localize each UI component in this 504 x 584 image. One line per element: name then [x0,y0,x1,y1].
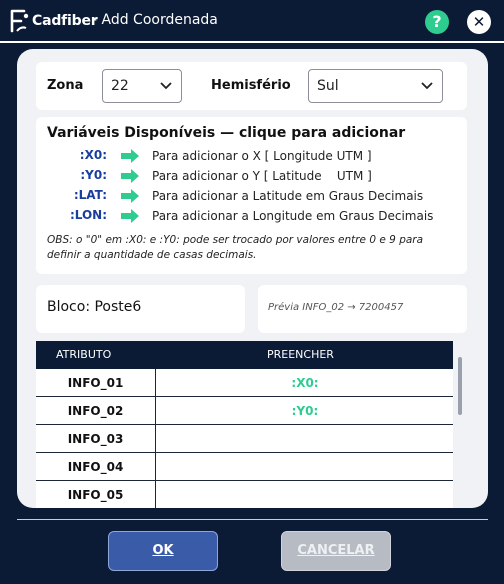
attr-cell: INFO_04 [36,453,156,481]
value-cell[interactable]: :Y0: [157,397,453,425]
table-row[interactable]: INFO_01 :X0: [36,369,453,397]
zona-value: 22 [111,78,129,94]
bloco-card: Bloco: Poste6 [36,285,245,333]
variable-item-x0[interactable]: :X0: Para adicionar o X [ Longitude UTM … [36,147,467,167]
close-icon[interactable]: ✕ [467,10,491,34]
variable-item-y0[interactable]: :Y0: Para adicionar o Y [ Latitude UTM ] [36,167,467,187]
variable-code: :LON: [69,208,107,222]
logo-text: Cadfiber [32,13,98,29]
variables-card: Variáveis Disponíveis — clique para adic… [36,117,467,274]
value-cell[interactable] [157,453,453,481]
variables-title: Variáveis Disponíveis — clique para adic… [47,125,406,141]
variable-code: :X0: [79,148,107,162]
variable-item-lat[interactable]: :LAT: Para adicionar a Latitude em Graus… [36,187,467,207]
attr-cell: INFO_02 [36,397,156,425]
main-panel: Zona 22 Hemisfério Sul Variáveis Disponí… [17,49,488,508]
obs-note: OBS: o "0" em :X0: e :Y0: pode ser troca… [47,234,424,261]
attr-cell: INFO_01 [36,369,156,397]
chevron-down-icon [421,82,433,90]
variable-description: Para adicionar a Latitude em Graus Decim… [152,189,424,203]
value-cell[interactable]: :X0: [157,369,453,397]
footer-divider [17,519,488,520]
previa-label: Prévia INFO_02 → 7200457 [268,302,404,313]
attributes-table: ATRIBUTO PREENCHER INFO_01 :X0: INFO_02 … [36,341,453,508]
variable-code: :LAT: [73,188,107,202]
variable-description: Para adicionar o Y [ Latitude UTM ] [152,169,372,183]
zona-label: Zona [47,78,84,93]
variable-item-lon[interactable]: :LON: Para adicionar a Longitude em Grau… [36,207,467,227]
title-divider [0,41,504,43]
table-row[interactable]: INFO_05 [36,481,453,508]
zona-select[interactable]: 22 [102,69,182,103]
hemisferio-label: Hemisfério [211,78,291,93]
variable-code: :Y0: [80,168,107,182]
table-row[interactable]: INFO_04 [36,453,453,481]
green-arrow-icon [121,149,139,163]
title-bar: Cadfiber - Add Coordenada ? ✕ [0,0,504,44]
variable-description: Para adicionar a Longitude em Graus Deci… [152,209,434,223]
cancel-button[interactable]: CANCELAR [281,531,391,571]
value-cell[interactable] [157,425,453,453]
table-row[interactable]: INFO_02 :Y0: [36,397,453,425]
table-row[interactable]: INFO_03 [36,425,453,453]
window-title: - Add Coordenada [92,12,218,28]
value-cell[interactable] [157,481,453,508]
bloco-label: Bloco: Poste6 [47,299,142,315]
table-scrollbar[interactable] [458,357,462,415]
chevron-down-icon [160,82,172,90]
attr-cell: INFO_05 [36,481,156,508]
cadfiber-logo-icon [10,9,29,33]
header-atributo: ATRIBUTO [56,348,112,361]
green-arrow-icon [121,169,139,183]
green-arrow-icon [121,209,139,223]
header-preencher: PREENCHER [267,348,334,361]
ok-button[interactable]: OK [108,531,218,571]
table-header: ATRIBUTO PREENCHER [36,341,453,369]
zone-card: Zona 22 Hemisfério Sul [36,62,467,110]
help-icon[interactable]: ? [425,10,449,34]
attr-cell: INFO_03 [36,425,156,453]
variable-description: Para adicionar o X [ Longitude UTM ] [152,149,372,163]
green-arrow-icon [121,189,139,203]
app-logo: Cadfiber [8,8,98,34]
hemisferio-value: Sul [317,78,339,94]
hemisferio-select[interactable]: Sul [308,69,443,103]
previa-card: Prévia INFO_02 → 7200457 [258,285,467,333]
